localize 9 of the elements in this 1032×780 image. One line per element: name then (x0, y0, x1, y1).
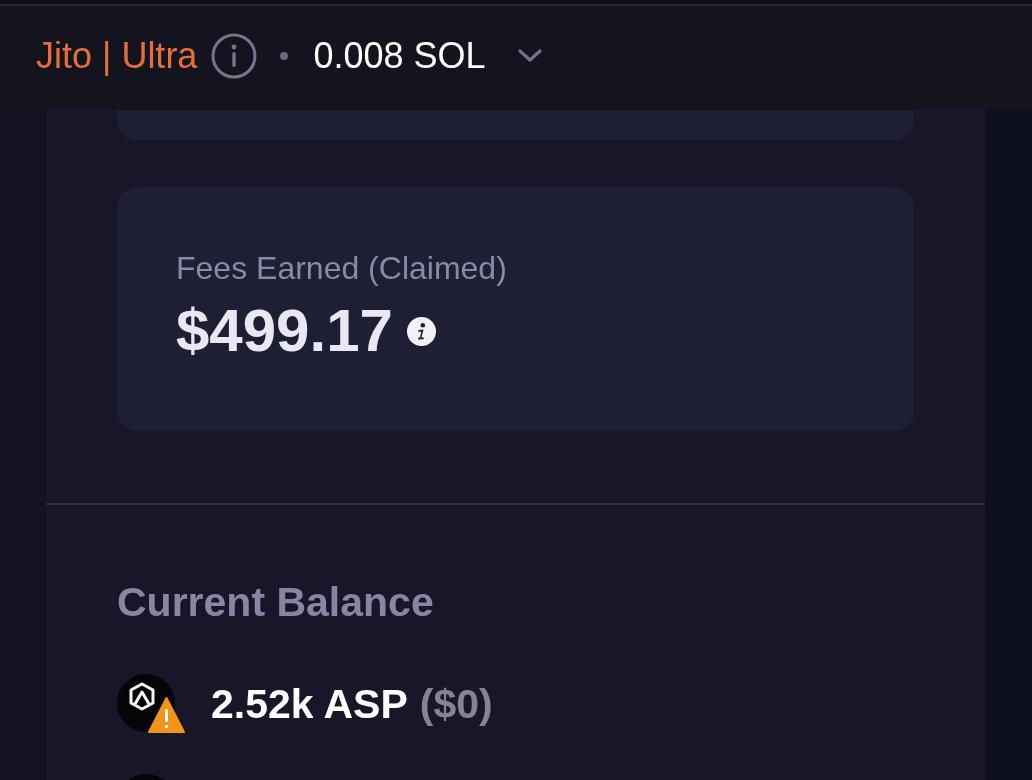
section-title: Current Balance (117, 578, 434, 627)
info-icon[interactable] (406, 316, 436, 346)
sol-balance: 0.008 SOL (313, 38, 486, 74)
chevron-down-icon[interactable] (516, 48, 543, 64)
fees-value: $499.17 (176, 301, 393, 361)
fees-label: Fees Earned (Claimed) (176, 249, 507, 287)
fee-mode-label: Jito | Ultra (36, 38, 198, 74)
token-amount: 2.52k ASP (211, 683, 408, 725)
token-usd-value: ($0) (419, 683, 493, 725)
